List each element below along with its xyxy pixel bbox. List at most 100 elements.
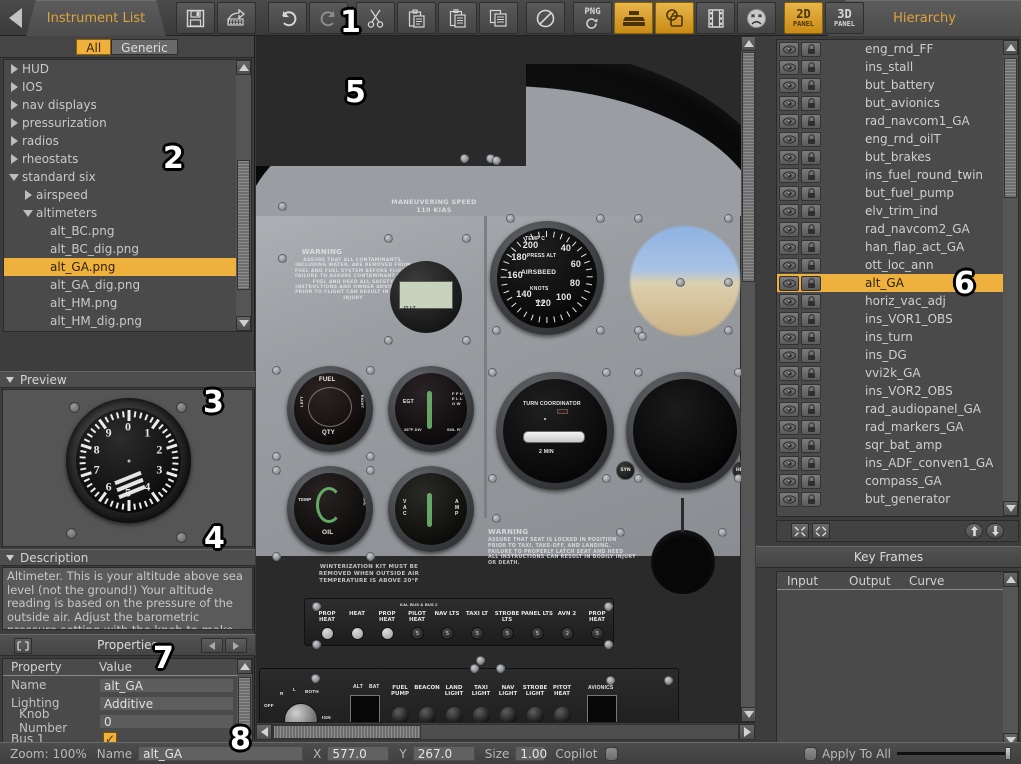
hierarchy-row[interactable]: rad_navcom1_GA [777,112,1018,130]
syn-knob[interactable]: SYN [616,461,635,480]
breaker-knob[interactable] [351,627,364,640]
tree-item[interactable]: rheostats [4,150,237,168]
lock-icon[interactable] [801,149,821,165]
disclosure-right-icon[interactable] [6,82,22,92]
eye-icon[interactable] [779,293,799,309]
tree-item[interactable]: radios [4,132,237,150]
copilot-toggle[interactable] [605,746,619,761]
hierarchy-row[interactable]: eng_rnd_oilT [777,130,1018,148]
property-value-field[interactable]: Additive [99,695,234,711]
lock-icon[interactable] [801,311,821,327]
breaker-knob[interactable]: 5 [591,627,604,640]
face-button[interactable] [737,2,776,34]
lock-icon[interactable] [801,185,821,201]
eye-icon[interactable] [779,455,799,471]
copy-button[interactable] [438,2,477,34]
hierarchy-scroll-thumb[interactable] [1004,58,1017,198]
properties-prev-button[interactable] [201,638,223,653]
eye-icon[interactable] [779,167,799,183]
png-reload-button[interactable]: PNG [573,2,612,34]
hierarchy-scrollbar[interactable] [1003,40,1018,516]
eye-icon[interactable] [779,347,799,363]
hierarchy-row[interactable]: compass_GA [777,472,1018,490]
breaker-knob[interactable] [321,627,334,640]
canvas-scroll-left-button[interactable] [256,723,272,740]
airspeed-indicator[interactable]: TEMP C PRESS ALT AIRSBEED KNOTS TAS 40 60… [490,221,604,335]
duplicate-button[interactable] [479,2,518,34]
lock-icon[interactable] [801,383,821,399]
eye-icon[interactable] [779,491,799,507]
disclosure-right-icon[interactable] [6,154,22,164]
eye-icon[interactable] [779,329,799,345]
tree-item[interactable]: airspeed [4,186,237,204]
undo-button[interactable] [268,2,307,34]
eye-icon[interactable] [779,41,799,57]
lock-icon[interactable] [801,437,821,453]
canvas-hscroll-thumb[interactable] [273,724,421,739]
breaker-knob[interactable]: 5 [501,627,514,640]
lock-icon[interactable] [801,113,821,129]
panel-2d-button[interactable]: 2D PANEL [784,2,823,34]
eye-icon[interactable] [779,275,799,291]
tree-item[interactable]: HUD [4,60,237,78]
lock-icon[interactable] [801,221,821,237]
lock-icon[interactable] [801,59,821,75]
turn-coordinator[interactable]: TURN COORDINATOR 2 MIN [496,372,614,490]
lock-icon[interactable] [801,491,821,507]
lock-icon[interactable] [801,365,821,381]
lock-icon[interactable] [801,131,821,147]
canvas-scroll-right-button[interactable] [739,723,755,740]
canvas-horizontal-scrollbar[interactable] [256,722,755,740]
lock-icon[interactable] [801,455,821,471]
disclosure-right-icon[interactable] [6,64,22,74]
tree-scrollbar[interactable] [236,60,251,331]
eye-icon[interactable] [779,95,799,111]
tree-item[interactable]: alt_BC.png [4,222,237,240]
hierarchy-row[interactable]: ins_stall [777,58,1018,76]
hierarchy-row[interactable]: ins_turn [777,328,1018,346]
breaker-knob[interactable]: 5 [441,627,454,640]
canvas-vertical-scrollbar[interactable] [741,36,755,722]
tree-scroll-down-button[interactable] [236,316,251,331]
hierarchy-row[interactable]: rad_navcom2_GA [777,220,1018,238]
tree-item[interactable]: IOS [4,78,237,96]
circuit-breaker-panel[interactable]: KAL BUS & BUS 2 PROP HEAT HEAT PROP HEAT PI… [304,598,614,646]
disclosure-down-icon[interactable] [20,209,36,217]
lock-icon[interactable] [801,401,821,417]
lock-icon[interactable] [801,329,821,345]
export-button[interactable] [217,2,256,34]
save-button[interactable] [176,2,215,34]
hierarchy-row[interactable]: vvi2k_GA [777,364,1018,382]
disclosure-right-icon[interactable] [20,190,36,200]
lock-icon[interactable] [801,41,821,57]
hierarchy-row[interactable]: horiz_vac_adj [777,292,1018,310]
move-down-button[interactable] [986,523,1004,539]
property-value-field[interactable]: 0 [99,713,234,729]
tab-instrument-list[interactable]: Instrument List [26,0,166,36]
hierarchy-list[interactable]: eng_rnd_FF ins_stall but_battery but_avioni… [776,39,1019,517]
tree-scroll-up-button[interactable] [236,60,251,75]
tree-item[interactable]: altimeters [4,204,237,222]
breaker-knob[interactable] [381,627,394,640]
instrument-tree[interactable]: HUD IOS nav displays pressurization radios rh… [3,59,252,332]
properties-next-button[interactable] [225,638,247,653]
breaker-knob[interactable]: 5 [411,627,424,640]
apply-to-all-toggle[interactable] [803,746,817,761]
directional-gyro[interactable] [626,372,744,490]
lock-icon[interactable] [801,77,821,93]
panel-view-button[interactable] [614,2,653,34]
expand-all-button[interactable] [812,523,830,539]
hierarchy-row[interactable]: eng_rnd_FF [777,40,1018,58]
tree-item[interactable]: pressurization [4,114,237,132]
hierarchy-row[interactable]: ins_ADF_conven1_GA [777,454,1018,472]
tree-scroll-thumb[interactable] [237,160,250,290]
hierarchy-row[interactable]: ins_fuel_round_twin [777,166,1018,184]
tree-item[interactable]: standard six [4,168,237,186]
panel-canvas[interactable]: MANEUVERING SPEED 110 KIAS WARNING ASSUR… [256,36,755,740]
lock-icon[interactable] [801,473,821,489]
filter-generic-button[interactable]: Generic [111,38,178,55]
eye-icon[interactable] [779,383,799,399]
disclosure-right-icon[interactable] [6,118,22,128]
key-frames-scroll-up-button[interactable] [1003,572,1018,587]
eye-icon[interactable] [779,77,799,93]
